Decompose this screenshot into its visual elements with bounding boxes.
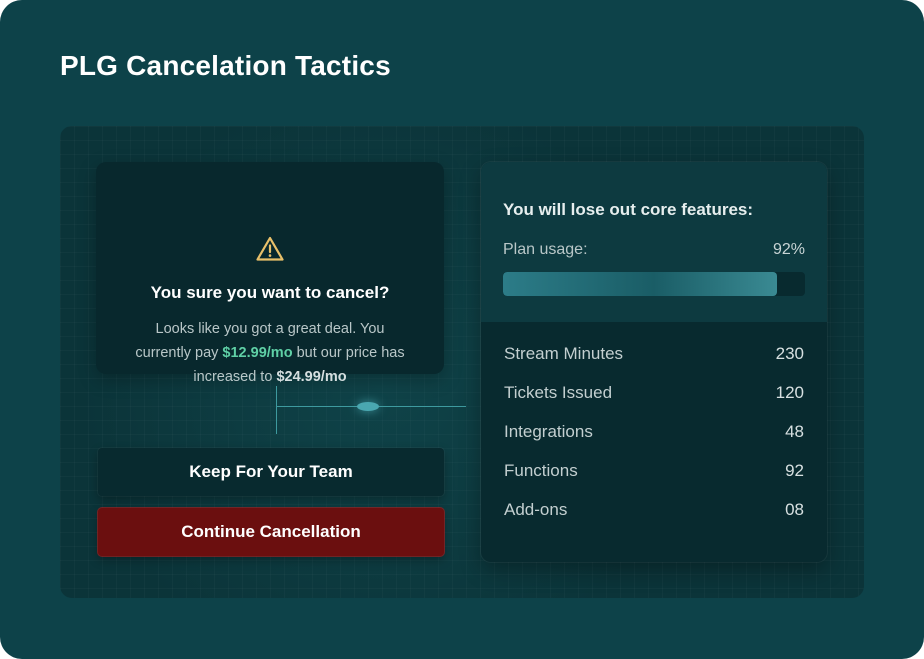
features-panel: You will lose out core features: Plan us… (481, 162, 827, 562)
feature-value: 48 (785, 422, 804, 441)
feature-label: Integrations (504, 422, 593, 441)
feature-row: Add-ons 08 (504, 500, 804, 539)
plan-usage-bar (503, 272, 805, 296)
connector-line-vertical (276, 386, 277, 434)
features-panel-header: You will lose out core features: Plan us… (481, 162, 827, 322)
dialog-message: Looks like you got a great deal. You cur… (126, 317, 414, 389)
connector-node (357, 402, 379, 411)
feature-row: Stream Minutes 230 (504, 344, 804, 383)
feature-label: Stream Minutes (504, 344, 624, 363)
feature-value: 230 (775, 344, 804, 363)
feature-label: Add-ons (504, 500, 568, 519)
plan-usage-value: 92% (772, 241, 805, 258)
features-title: You will lose out core features: (503, 200, 754, 219)
continue-cancellation-button[interactable]: Continue Cancellation (98, 508, 444, 556)
feature-value: 08 (785, 500, 804, 519)
feature-value: 120 (775, 383, 804, 402)
current-price: $12.99/mo (222, 345, 293, 361)
warning-icon (256, 236, 284, 261)
feature-value: 92 (785, 461, 804, 480)
feature-label: Functions (504, 461, 578, 480)
keep-for-team-button[interactable]: Keep For Your Team (98, 448, 444, 496)
feature-row: Integrations 48 (504, 422, 804, 461)
plan-usage-bar-fill (503, 272, 777, 296)
main-card: PLG Cancelation Tactics You sure you wan… (0, 0, 924, 659)
new-price: $24.99/mo (276, 369, 347, 385)
plan-usage-label: Plan usage: (503, 241, 588, 258)
cancel-confirmation-dialog: You sure you want to cancel? Looks like … (96, 162, 444, 385)
feature-label: Tickets Issued (504, 383, 613, 402)
page-title: PLG Cancelation Tactics (60, 50, 391, 81)
feature-list: Stream Minutes 230 Tickets Issued 120 Integr… (504, 344, 804, 539)
illustration-stage: You sure you want to cancel? Looks like … (60, 126, 864, 598)
feature-row: Tickets Issued 120 (504, 383, 804, 422)
dialog-title: You sure you want to cancel? (150, 283, 390, 302)
feature-row: Functions 92 (504, 461, 804, 500)
